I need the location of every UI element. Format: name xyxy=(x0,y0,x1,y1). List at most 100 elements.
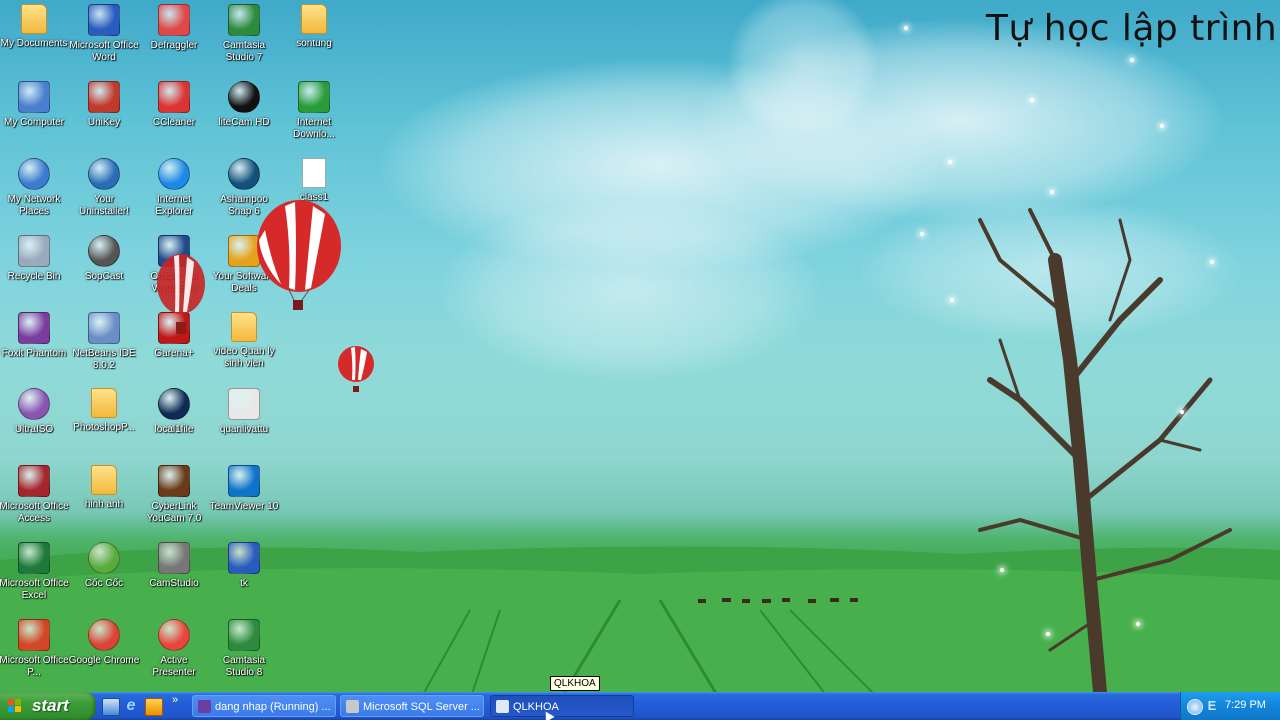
desktop-icon[interactable]: CCleaner xyxy=(138,79,210,129)
clock[interactable]: 7:29 PM xyxy=(1225,699,1266,711)
desktop-icon-label: liteCam HD xyxy=(218,117,270,128)
desktop-icon-label: Active Presenter xyxy=(152,655,196,678)
desktop-icon[interactable]: Defraggler xyxy=(138,2,210,52)
desktop-icon-label: Defraggler xyxy=(150,40,198,51)
desktop-icon[interactable]: CamStudio xyxy=(138,540,210,590)
desktop-icon[interactable]: quanlivattu xyxy=(208,386,280,436)
overlay-title: Tự học lập trình xyxy=(986,8,1278,49)
camtasia-icon xyxy=(228,4,260,36)
desktop-icon[interactable]: video Quan ly sinh vien xyxy=(208,310,280,370)
desktop-icon[interactable]: Google Chrome xyxy=(68,617,140,667)
sopcast-icon xyxy=(88,235,120,267)
desktop-icon-label: Your Uninstaller! xyxy=(78,194,130,217)
desktop-icon-label: Microsoft Office Access xyxy=(0,501,69,524)
desktop-icon-label: hinh anh xyxy=(84,499,124,510)
word-doc-icon xyxy=(228,542,260,574)
desktop-icon[interactable]: liteCam HD xyxy=(208,79,280,129)
ie-icon xyxy=(158,158,190,190)
folder-icon xyxy=(91,465,117,495)
desktop-icon[interactable]: class1 xyxy=(278,156,350,204)
back-arrow-tray-icon[interactable] xyxy=(1187,699,1203,715)
desktop-icon[interactable]: UniKey xyxy=(68,79,140,129)
desktop-icon-label: Recycle Bin xyxy=(7,271,61,282)
sparkle xyxy=(948,160,952,164)
sparkle xyxy=(1000,568,1004,572)
desktop-icon[interactable]: My Computer xyxy=(0,79,70,129)
teamviewer-icon xyxy=(228,465,260,497)
uninstaller-icon xyxy=(88,158,120,190)
desktop-icon-label: CyberLink YouCam 7.0 xyxy=(146,501,202,524)
desktop-icon[interactable]: SopCast xyxy=(68,233,140,283)
desktop-icon[interactable]: Microsoft Office P... xyxy=(0,617,70,679)
desktop-icon-label: SopCast xyxy=(84,271,124,282)
hot-air-balloon-graphic xyxy=(338,346,374,392)
folder-icon xyxy=(301,4,327,34)
taskbar-button-label: Microsoft SQL Server ... xyxy=(363,701,480,713)
hot-air-balloon-graphic xyxy=(257,200,341,310)
sparkle xyxy=(1030,98,1034,102)
taskbar-button[interactable]: dang nhap (Running) ... xyxy=(192,695,336,717)
desktop-icon[interactable]: Camtasia Studio 8 xyxy=(208,617,280,679)
desktop-icon-label: quanlivattu xyxy=(219,424,269,435)
desktop-icon[interactable]: PhotoshopP... xyxy=(68,386,140,434)
powerpoint-icon xyxy=(18,619,50,651)
taskbar-button[interactable]: QLKHOA xyxy=(490,695,634,717)
media-player-icon[interactable] xyxy=(145,698,163,716)
desktop-icon[interactable]: Foxit Phantom xyxy=(0,310,70,360)
ie-quicklaunch-icon[interactable]: e xyxy=(123,698,139,714)
windows-flag-icon xyxy=(8,699,22,713)
ashampoo-icon xyxy=(228,158,260,190)
desktop-icon-label: CamStudio xyxy=(149,578,199,589)
ie-tray-icon[interactable]: E xyxy=(1205,699,1219,713)
desktop-icon-label: tk xyxy=(240,578,248,589)
system-tray: E 7:29 PM xyxy=(1180,692,1280,720)
sparkle xyxy=(920,232,924,236)
desktop-icon[interactable]: Your Uninstaller! xyxy=(68,156,140,218)
chrome-icon xyxy=(88,619,120,651)
desktop-icon[interactable]: hinh anh xyxy=(68,463,140,511)
desktop-icon-label: Microsoft Office Excel xyxy=(0,578,69,601)
desktop-icon[interactable]: sontung xyxy=(278,2,350,50)
desktop-icon-label: PhotoshopP... xyxy=(73,422,135,433)
desktop-icon[interactable]: Recycle Bin xyxy=(0,233,70,283)
sparkle xyxy=(1160,124,1164,128)
desktop-icon[interactable]: My Network Places xyxy=(0,156,70,218)
desktop-icon[interactable]: Cốc Cốc xyxy=(68,540,140,590)
idm-icon xyxy=(298,81,330,113)
desktop-icon[interactable]: Microsoft Office Access xyxy=(0,463,70,525)
desktop-icon[interactable]: TeamViewer 10 xyxy=(208,463,280,513)
desktop-icon[interactable]: NetBeans IDE 8.0.2 xyxy=(68,310,140,372)
desktop-icon-label: sontung xyxy=(296,38,332,49)
desktop-icon[interactable]: UltraISO xyxy=(0,386,70,436)
desktop-icon[interactable]: CyberLink YouCam 7.0 xyxy=(138,463,210,525)
folder-icon xyxy=(91,388,117,418)
litecam-icon xyxy=(228,81,260,113)
desktop-icon[interactable]: Camtasia Studio 7 xyxy=(208,2,280,64)
show-desktop-icon[interactable] xyxy=(102,698,120,716)
desktop-icon[interactable]: tk xyxy=(208,540,280,590)
desktop-icon[interactable]: Microsoft Office Excel xyxy=(0,540,70,602)
folder-icon xyxy=(231,312,257,342)
desktop-icon-label: NetBeans IDE 8.0.2 xyxy=(72,348,136,371)
desktop-icon[interactable]: Microsoft Office Word xyxy=(68,2,140,64)
desktop-icon[interactable]: My Documents xyxy=(0,2,70,50)
sparkle xyxy=(950,298,954,302)
taskbar-button[interactable]: Microsoft SQL Server ... xyxy=(340,695,484,717)
desktop-icon[interactable]: Active Presenter xyxy=(138,617,210,679)
desktop-icon[interactable]: Internet Downlo... xyxy=(278,79,350,141)
desktop-icon-label: Cốc Cốc xyxy=(84,578,124,589)
network-icon xyxy=(18,158,50,190)
hot-air-balloon-graphic xyxy=(157,254,205,334)
quicklaunch-chevron-icon[interactable]: » xyxy=(172,694,178,706)
desktop-icon[interactable]: Internet Explorer xyxy=(138,156,210,218)
tree-graphic xyxy=(978,208,1232,692)
start-button[interactable]: start xyxy=(0,692,96,720)
local-file-icon xyxy=(158,388,190,420)
desktop-icon-label: UltraISO xyxy=(14,424,54,435)
quanlivattu-icon xyxy=(228,388,260,420)
document-icon xyxy=(302,158,326,188)
desktop-icon[interactable]: local1file xyxy=(138,386,210,436)
taskbar-button-label: QLKHOA xyxy=(513,701,559,713)
desktop-icon-label: Camtasia Studio 7 xyxy=(222,40,266,63)
sparkle xyxy=(1180,410,1184,414)
